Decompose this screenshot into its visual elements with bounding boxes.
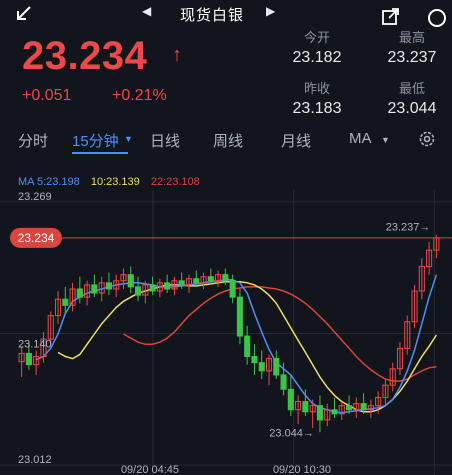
stat-high: 最高 23.237 — [372, 27, 452, 67]
y-tick-label: 23.269 — [18, 191, 52, 203]
current-price-tag-text: 23.234 — [18, 231, 55, 245]
tab-weekly[interactable]: 周线 — [213, 130, 243, 151]
y-tick-label: 23.012 — [18, 454, 52, 466]
candle-body — [331, 409, 338, 415]
candle-body — [25, 352, 32, 366]
candle-body — [62, 298, 69, 306]
ma5-legend: MA 5:23.198 — [18, 176, 80, 188]
candle-body — [302, 401, 309, 413]
period-tabs: 分时 15分钟 ▼ 日线 周线 月线 MA ▼ — [0, 122, 452, 156]
current-price: 23.234 — [22, 34, 148, 78]
candle-body — [164, 282, 171, 290]
stat-prev-close: 昨收 23.183 — [277, 78, 357, 118]
chart-grid — [0, 190, 452, 475]
candle-body — [105, 282, 112, 290]
candle-body — [360, 403, 367, 411]
tab-15min[interactable]: 15分钟 — [72, 130, 119, 151]
stat-high-label: 最高 — [398, 30, 425, 45]
ma22-legend: 22:23.108 — [150, 176, 200, 188]
candle-body — [287, 388, 294, 411]
prev-instrument-button[interactable]: ◀ — [142, 4, 151, 18]
active-tab-indicator — [72, 152, 128, 154]
low-annotation: 23.044→ — [269, 427, 314, 439]
price-change: +0.051 — [22, 87, 72, 104]
candle-body — [193, 278, 200, 284]
candle-body — [346, 405, 353, 411]
tab-monthly[interactable]: 月线 — [281, 130, 311, 151]
x-tick-label: 09/20 04:45 — [121, 464, 179, 475]
stat-open-label: 今开 — [303, 30, 330, 45]
candle-body — [91, 284, 98, 294]
candle-body — [222, 274, 229, 282]
stat-open-value: 23.182 — [292, 49, 342, 66]
top-bar: ◀ 现货白银 ▶ — [0, 0, 452, 28]
stat-low-value: 23.044 — [387, 100, 437, 117]
dropdown-caret-icon[interactable]: ▼ — [124, 134, 133, 144]
ma5-line — [35, 274, 438, 414]
share-icon[interactable] — [382, 7, 400, 25]
ma-dropdown-caret-icon[interactable]: ▼ — [381, 135, 390, 145]
stat-prev-close-label: 昨收 — [303, 81, 330, 96]
stat-open: 今开 23.182 — [277, 27, 357, 67]
tab-daily[interactable]: 日线 — [150, 130, 180, 151]
up-arrow-icon: ↑ — [172, 44, 182, 66]
high-annotation: 23.237→ — [386, 222, 431, 234]
gear-icon[interactable] — [418, 130, 436, 148]
tab-indicator-ma[interactable]: MA — [349, 130, 372, 147]
candle-body — [207, 276, 214, 282]
stat-prev-close-value: 23.183 — [292, 100, 342, 117]
candle-body — [178, 280, 185, 286]
candle-body — [251, 356, 258, 364]
next-instrument-button[interactable]: ▶ — [266, 4, 275, 18]
ma10-legend: 10:23.139 — [90, 176, 140, 188]
search-icon[interactable] — [426, 7, 448, 27]
ma-lines — [35, 274, 438, 414]
candle-body — [127, 274, 134, 288]
candle-body — [76, 288, 83, 298]
candle-body — [273, 358, 280, 376]
price-change-percent: +0.21% — [112, 87, 167, 104]
candlestick-chart[interactable]: 23.234 23.269 23.140 23.012 09/20 04:45 09/20… — [0, 190, 452, 475]
stat-high-value: 23.237 — [387, 49, 437, 66]
y-tick-label: 23.140 — [18, 339, 52, 351]
candle-body — [229, 280, 236, 298]
back-arrow-icon[interactable] — [14, 4, 34, 24]
candle-body — [236, 296, 243, 337]
candle-body — [149, 284, 156, 292]
candle-body — [135, 286, 142, 296]
page-title: 现货白银 — [179, 7, 244, 24]
ma-legend: MA 5:23.198 10:23.139 22:23.108 — [18, 176, 208, 188]
x-tick-label: 09/20 10:30 — [273, 464, 331, 475]
stat-low: 最低 23.044 — [372, 78, 452, 118]
candle-body — [244, 335, 251, 358]
candle-body — [280, 374, 287, 390]
candle-body — [258, 362, 265, 372]
candle-body — [316, 405, 323, 421]
stat-low-label: 最低 — [398, 81, 425, 96]
tab-timeshare[interactable]: 分时 — [18, 130, 48, 151]
